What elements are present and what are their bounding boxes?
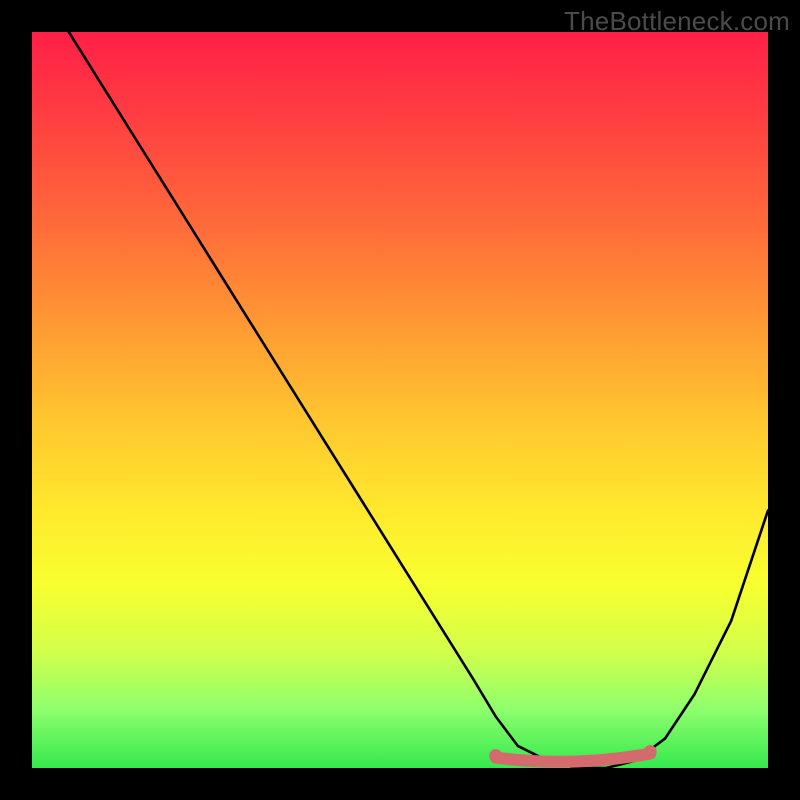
- chart-stage: TheBottleneck.com: [0, 0, 800, 800]
- bottleneck-curve-line: [69, 32, 768, 768]
- chart-plot-area: [32, 32, 768, 768]
- highlight-dot-right: [644, 745, 657, 758]
- highlight-band: [496, 754, 651, 762]
- highlight-dot-left: [489, 749, 502, 762]
- chart-overlay-svg: [32, 32, 768, 768]
